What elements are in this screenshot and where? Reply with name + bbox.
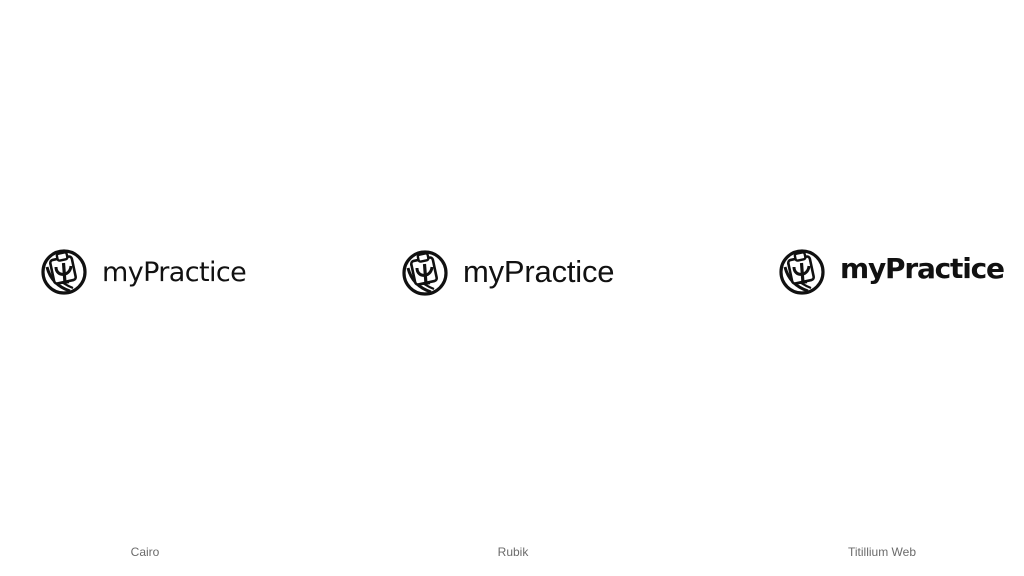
logo-variant-titillium-web: myPractice Titillium Web <box>683 0 1023 576</box>
logo-variant-rubik: myPractice Rubik <box>342 0 682 576</box>
psi-clipboard-icon <box>41 249 87 295</box>
brand-logo: myPractice <box>401 248 615 296</box>
logo-variant-cairo: myPractice Cairo <box>0 0 340 576</box>
brand-wordmark: myPractice <box>840 252 1005 285</box>
psi-clipboard-icon <box>779 249 825 295</box>
font-caption: Titillium Web <box>847 545 916 559</box>
font-caption: Cairo <box>130 545 160 559</box>
psi-clipboard-icon <box>402 250 448 296</box>
brand-wordmark: myPractice <box>463 253 615 289</box>
brand-logo: myPractice <box>778 247 1005 295</box>
brand-logo: myPractice <box>40 247 247 295</box>
brand-wordmark: myPractice <box>102 256 247 288</box>
font-caption: Rubik <box>497 545 529 559</box>
